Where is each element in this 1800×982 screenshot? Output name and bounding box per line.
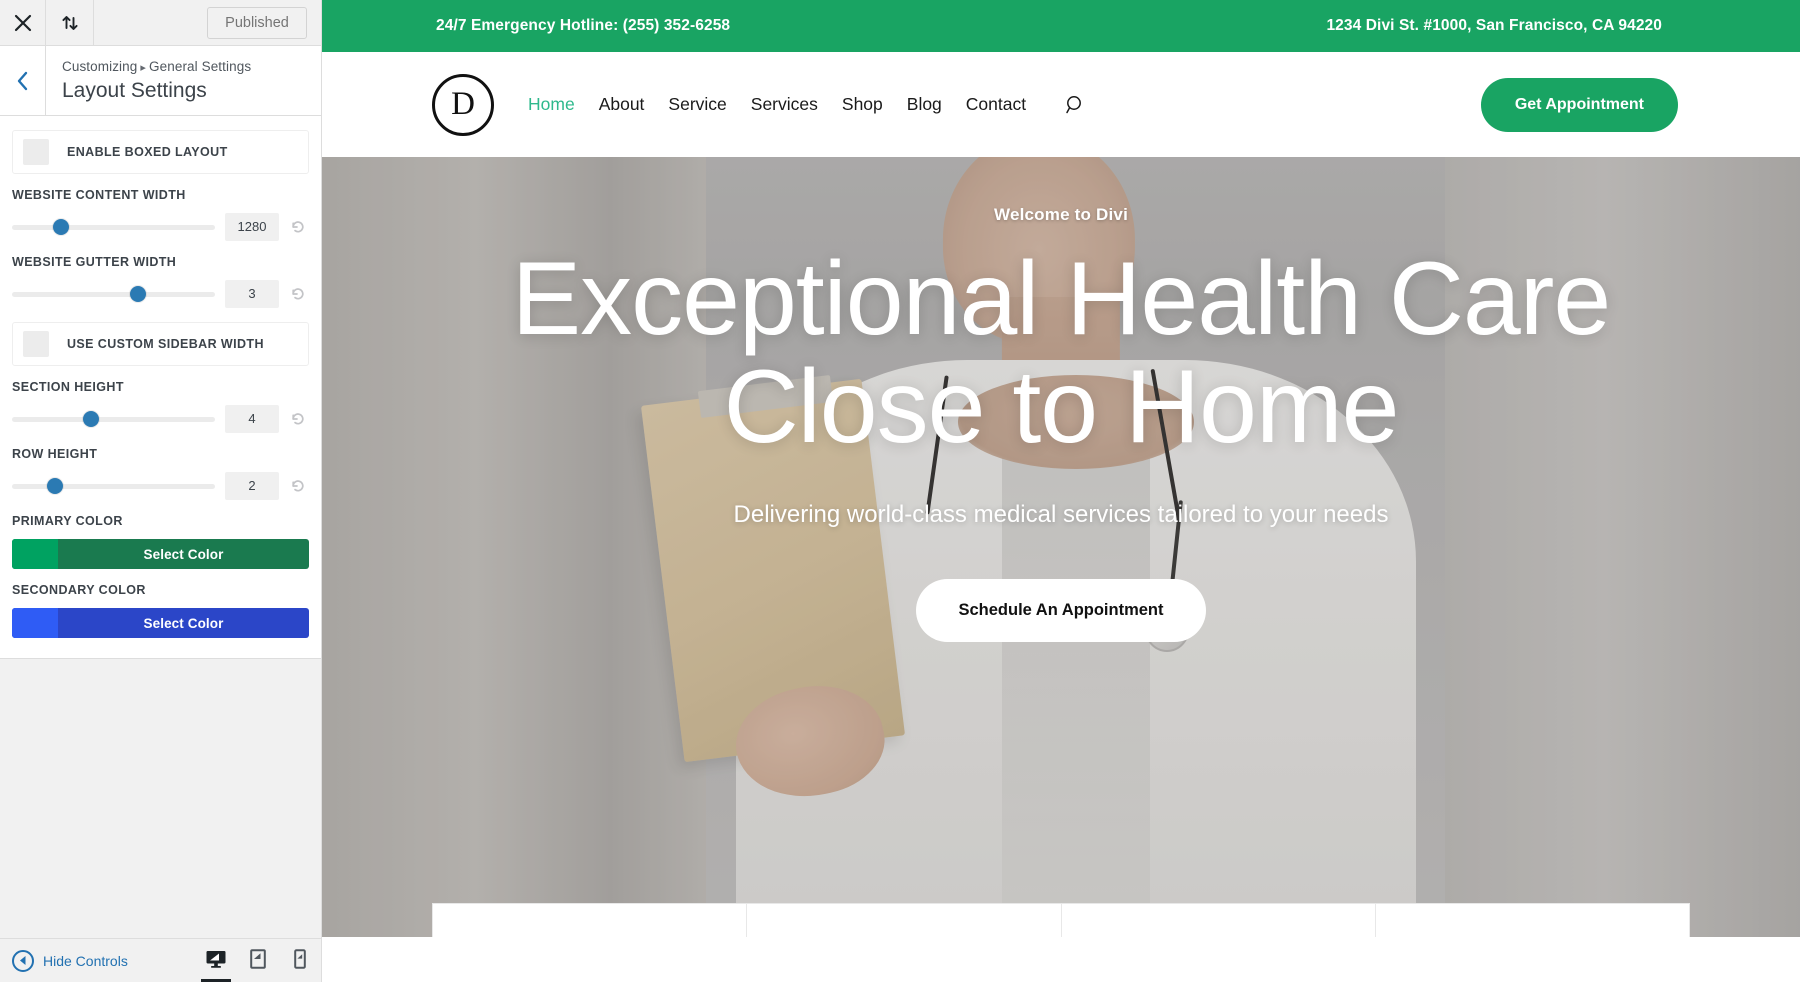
page-title: Layout Settings <box>62 79 207 103</box>
hero-title: Exceptional Health Care Close to Home <box>511 241 1612 466</box>
nav-link-shop[interactable]: Shop <box>842 94 883 115</box>
collapse-arrows-icon[interactable] <box>46 0 94 45</box>
section-height-label: SECTION HEIGHT <box>12 380 124 394</box>
section-height-input[interactable]: 4 <box>225 405 279 433</box>
hide-controls-label: Hide Controls <box>43 952 128 969</box>
customizer-screen: Published Customizing ▸ General Settings L… <box>0 0 1800 982</box>
chevron-left-icon[interactable] <box>0 46 46 115</box>
control-row-height: ROW HEIGHT 2 <box>12 447 309 500</box>
website-content-width-input[interactable]: 1280 <box>225 213 279 241</box>
nav-link-blog[interactable]: Blog <box>907 94 942 115</box>
address-text: 1234 Divi St. #1000, San Francisco, CA 9… <box>1326 17 1662 34</box>
emergency-hotline-text: 24/7 Emergency Hotline: (255) 352-6258 <box>436 17 731 34</box>
primary-color-select-button[interactable]: Select Color <box>12 539 309 569</box>
control-primary-color: PRIMARY COLOR Select Color <box>12 514 309 569</box>
nav-link-service[interactable]: Service <box>668 94 726 115</box>
row-height-row: 2 <box>12 472 309 500</box>
secondary-color-button-label: Select Color <box>143 615 224 631</box>
site-logo[interactable]: D <box>432 73 494 136</box>
customizer-topbar: Published <box>0 0 321 46</box>
section-height-row: 4 <box>12 405 309 433</box>
row-height-slider[interactable] <box>12 478 215 494</box>
tablet-icon[interactable] <box>237 939 279 982</box>
collapse-circle-icon <box>12 949 34 972</box>
control-secondary-color: SECONDARY COLOR Select Color <box>12 583 309 638</box>
device-preview-buttons <box>195 939 321 982</box>
primary-color-swatch <box>12 539 58 569</box>
site-topbar: 24/7 Emergency Hotline: (255) 352-6258 1… <box>322 0 1800 52</box>
primary-color-label: PRIMARY COLOR <box>12 514 123 528</box>
reset-icon[interactable] <box>287 478 309 494</box>
breadcrumb-separator: ▸ <box>140 62 147 74</box>
customizer-controls: ENABLE BOXED LAYOUT WEBSITE CONTENT WIDT… <box>0 116 321 659</box>
control-section-height: SECTION HEIGHT 4 <box>12 380 309 433</box>
website-gutter-width-row: 3 <box>12 280 309 308</box>
checkbox-icon[interactable] <box>23 331 49 357</box>
website-gutter-width-slider[interactable] <box>12 286 215 302</box>
customizer-sidebar: Published Customizing ▸ General Settings L… <box>0 0 322 982</box>
site-nav: D Home About Service Services Shop Blog … <box>322 52 1800 157</box>
website-content-width-row: 1280 <box>12 213 309 241</box>
secondary-color-swatch <box>12 608 58 638</box>
site-logo-letter: D <box>451 86 475 122</box>
control-use-custom-sidebar-width: USE CUSTOM SIDEBAR WIDTH <box>12 322 309 366</box>
desktop-icon[interactable] <box>195 939 237 982</box>
nav-link-contact[interactable]: Contact <box>966 94 1026 115</box>
slider-thumb[interactable] <box>52 219 69 235</box>
schedule-appointment-button[interactable]: Schedule An Appointment <box>916 579 1206 643</box>
mobile-icon[interactable] <box>279 939 321 982</box>
close-icon[interactable] <box>0 0 46 45</box>
website-gutter-width-input[interactable]: 3 <box>225 280 279 308</box>
hero-subtitle: Delivering world-class medical services … <box>733 501 1389 529</box>
card-placeholder <box>1062 904 1376 937</box>
hero-content: Welcome to Divi Exceptional Health Care … <box>322 157 1800 937</box>
control-website-gutter-width: WEBSITE GUTTER WIDTH 3 <box>12 255 309 308</box>
use-custom-sidebar-width-label: USE CUSTOM SIDEBAR WIDTH <box>67 337 264 351</box>
search-icon[interactable] <box>1064 94 1086 116</box>
slider-thumb[interactable] <box>83 411 100 427</box>
control-enable-boxed-layout: ENABLE BOXED LAYOUT <box>12 130 309 174</box>
site-preview: 24/7 Emergency Hotline: (255) 352-6258 1… <box>322 0 1800 982</box>
hide-controls-button[interactable]: Hide Controls <box>12 949 128 972</box>
secondary-color-label: SECONDARY COLOR <box>12 583 146 597</box>
website-content-width-slider[interactable] <box>12 219 215 235</box>
customizer-footer: Hide Controls <box>0 938 321 982</box>
reset-icon[interactable] <box>287 286 309 302</box>
control-website-content-width: WEBSITE CONTENT WIDTH 1280 <box>12 188 309 241</box>
row-height-label: ROW HEIGHT <box>12 447 98 461</box>
breadcrumb-root: Customizing <box>62 59 138 74</box>
use-custom-sidebar-width-toggle[interactable]: USE CUSTOM SIDEBAR WIDTH <box>12 322 309 366</box>
slider-thumb[interactable] <box>46 478 63 494</box>
card-placeholder <box>747 904 1062 937</box>
panel-titles: Customizing ▸ General Settings Layout Sett… <box>46 46 251 115</box>
below-hero-cards-row <box>432 903 1690 937</box>
slider-thumb[interactable] <box>129 286 146 302</box>
website-content-width-label: WEBSITE CONTENT WIDTH <box>12 188 186 202</box>
card-placeholder <box>1376 904 1689 937</box>
published-button[interactable]: Published <box>207 6 307 39</box>
section-height-slider[interactable] <box>12 411 215 427</box>
customizer-panel-header: Customizing ▸ General Settings Layout Sett… <box>0 46 321 116</box>
reset-icon[interactable] <box>287 219 309 235</box>
card-placeholder <box>433 904 748 937</box>
enable-boxed-layout-label: ENABLE BOXED LAYOUT <box>67 145 228 159</box>
reset-icon[interactable] <box>287 411 309 427</box>
get-appointment-button[interactable]: Get Appointment <box>1480 77 1678 132</box>
nav-link-home[interactable]: Home <box>528 94 575 115</box>
enable-boxed-layout-toggle[interactable]: ENABLE BOXED LAYOUT <box>12 130 309 174</box>
nav-link-services[interactable]: Services <box>751 94 818 115</box>
hero-section: Welcome to Divi Exceptional Health Care … <box>322 157 1800 937</box>
checkbox-icon[interactable] <box>23 139 49 165</box>
nav-menu: Home About Service Services Shop Blog Co… <box>528 94 1086 116</box>
row-height-input[interactable]: 2 <box>225 472 279 500</box>
breadcrumb: Customizing ▸ General Settings <box>62 57 251 77</box>
website-gutter-width-label: WEBSITE GUTTER WIDTH <box>12 255 177 269</box>
hero-eyebrow: Welcome to Divi <box>994 205 1128 224</box>
primary-color-button-label: Select Color <box>143 546 224 562</box>
breadcrumb-section: General Settings <box>149 59 252 74</box>
nav-link-about[interactable]: About <box>599 94 645 115</box>
secondary-color-select-button[interactable]: Select Color <box>12 608 309 638</box>
